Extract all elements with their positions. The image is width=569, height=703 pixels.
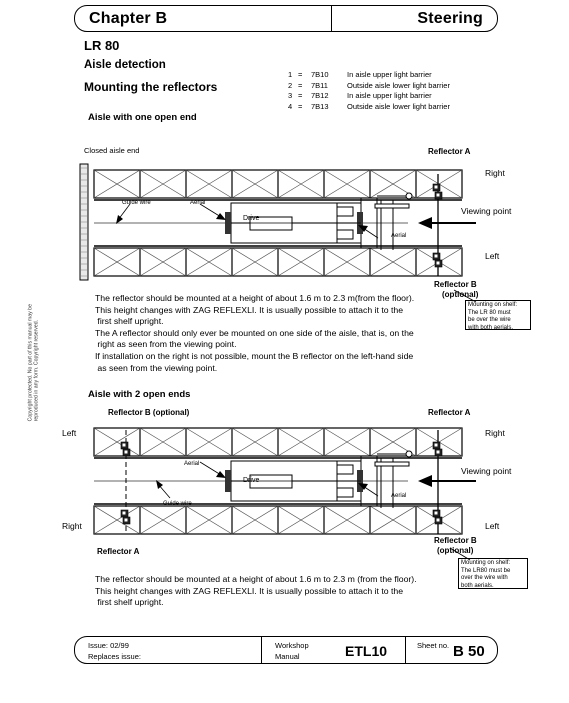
viewing-point-arrow (418, 475, 476, 487)
figure1-reflector-a-label: Reflector A (428, 147, 471, 156)
legend-code: 7B12 (311, 91, 329, 100)
document-page: Chapter B Steering LR 80 Aisle detection… (0, 0, 569, 703)
figure2-side-right-bottom-label: Right (62, 521, 82, 531)
figure1-callout-text: Mounting on shelf: The LR 80 must be ove… (468, 302, 518, 331)
figure1-side-left-label: Left (485, 251, 500, 261)
legend-code: 7B13 (311, 101, 329, 111)
model-title: LR 80 (84, 38, 120, 53)
footer-manual-block: Workshop Manual (275, 641, 309, 662)
figure2-side-left-top-label: Left (62, 428, 77, 438)
legend-description: Outside aisle lower light barrier (347, 80, 450, 90)
footer-etl-code: ETL10 (345, 643, 388, 659)
figure2-guide-wire-label: Guide wire (163, 501, 192, 507)
footer-sheet-number: B 50 (453, 643, 485, 660)
legend-number: 4 (288, 101, 293, 111)
figure1-viewing-point-label: Viewing point (461, 206, 512, 216)
figure1-callout-leader (453, 289, 477, 303)
figure2-viewing-point-label: Viewing point (461, 466, 512, 476)
figure2-caption: Aisle with 2 open ends (88, 389, 191, 400)
legend-equals: = (298, 70, 303, 79)
footer-manual: Manual (275, 651, 300, 661)
legend-description: In aisle upper light barrier (347, 70, 432, 79)
legend-description: Outside aisle lower light barrier (347, 101, 450, 111)
task-title: Mounting the reflectors (84, 80, 218, 94)
legend-row: 4 = 7B13 Outside aisle lower light barri… (288, 102, 450, 113)
body-paragraph-1: The reflector should be mounted at a hei… (95, 293, 415, 373)
page-header: Chapter B Steering (74, 5, 498, 32)
figure2-side-right-top-label: Right (485, 428, 505, 438)
figure2-reflector-b-bottom-label: Reflector B (434, 536, 477, 545)
figure2-reflector-a-bottom-label: Reflector A (97, 547, 140, 556)
legend-equals: = (298, 101, 303, 111)
figure2-aerial-top-label: Aerial (184, 461, 200, 467)
reflector-b-bottom-marker (432, 509, 443, 525)
figure2-drawing (78, 420, 478, 545)
figure2-side-left-bottom-label: Left (485, 521, 500, 531)
footer-sheet-label: Sheet no. (417, 641, 450, 650)
topic-title: Aisle detection (84, 59, 166, 71)
figure1-aerial-top-label: Aerial (190, 200, 206, 206)
figure2-drive-label: Drive (243, 477, 260, 484)
copyright-notice: Copyright protected. No part of this man… (27, 304, 40, 422)
figure1-aerial-bottom-label: Aerial (391, 233, 407, 239)
legend-row: 3 = 7B12 In aisle upper light barrier (288, 91, 450, 102)
figure2-callout-text: Mounting on shelf: The LR80 must be over… (461, 560, 511, 589)
footer-divider-2 (405, 637, 406, 663)
reflector-b-top-marker (120, 441, 131, 457)
header-divider (331, 6, 332, 31)
body-paragraph-2: The reflector should be mounted at a hei… (95, 574, 417, 608)
figure2-reflector-b-top-label: Reflector B (optional) (108, 408, 190, 417)
legend-description: In aisle upper light barrier (347, 91, 432, 100)
figure1-closed-aisle-end-label: Closed aisle end (84, 146, 140, 155)
figure2-reflector-a-top-label: Reflector A (428, 408, 471, 417)
figure2-callout-leader (449, 547, 471, 561)
figure1-drive-label: Drive (243, 215, 260, 222)
footer-issue-block: Issue: 02/99 Replaces issue: (88, 641, 141, 662)
figure1-guide-wire-label: Guide wire (122, 200, 151, 206)
legend-equals: = (298, 80, 303, 90)
footer-replaces-issue: Replaces issue: (88, 651, 141, 661)
figure1-side-right-label: Right (485, 168, 505, 178)
legend-number: 2 (288, 80, 293, 90)
figure1-svg (79, 163, 476, 281)
figure2-svg (93, 427, 476, 535)
legend-number: 1 (288, 70, 293, 79)
legend-code: 7B11 (311, 80, 328, 90)
figure2-aerial-bottom-label: Aerial (391, 493, 407, 499)
legend-row: 1 = 7B10 In aisle upper light barrier (288, 70, 450, 81)
legend-code: 7B10 (311, 70, 329, 79)
reflector-a-top-marker (432, 441, 443, 457)
legend-row: 2 = 7B11 Outside aisle lower light barri… (288, 81, 450, 92)
bottom-rack-row (93, 245, 463, 277)
legend-equals: = (298, 91, 303, 100)
header-section-title: Steering (417, 10, 483, 27)
footer-divider-1 (261, 637, 262, 663)
legend-key: 1 = 7B10 In aisle upper light barrier 2 … (288, 70, 450, 112)
viewing-point-arrow (418, 217, 476, 229)
footer-issue: Issue: 02/99 (88, 641, 129, 650)
header-chapter-title: Chapter B (89, 10, 168, 27)
figure1-caption: Aisle with one open end (88, 112, 197, 123)
legend-number: 3 (288, 91, 293, 100)
reflector-a-bottom-marker (120, 509, 131, 525)
footer-workshop: Workshop (275, 641, 309, 650)
figure1-drawing (78, 160, 478, 290)
bottom-rack-row (93, 503, 463, 535)
page-footer: Issue: 02/99 Replaces issue: Workshop Ma… (74, 636, 498, 664)
